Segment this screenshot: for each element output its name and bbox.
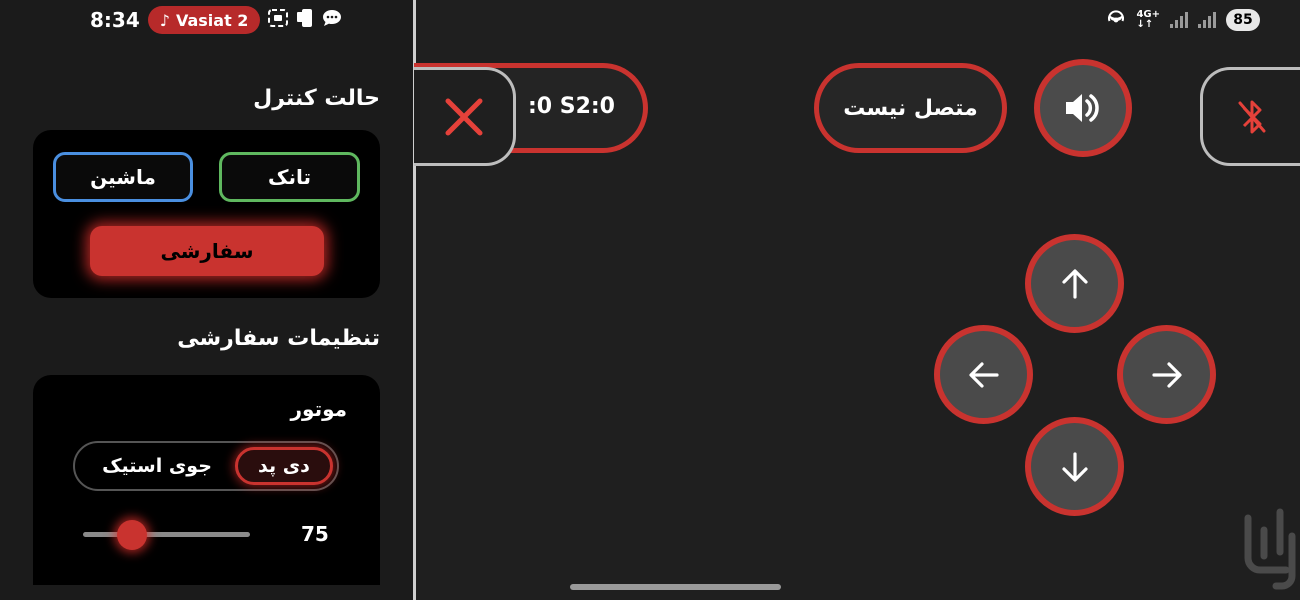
signal-strength-icon <box>1170 12 1188 28</box>
arrow-left-icon <box>968 361 999 388</box>
screen-capture-icon <box>268 9 289 31</box>
arrow-right-icon <box>1151 361 1182 388</box>
status-bar-left: 8:34 ♪ Vasiat 2 <box>90 6 342 34</box>
speed-value: 75 <box>301 522 329 546</box>
control-mode-card: ماشین تانک سفارشی <box>33 130 380 298</box>
dpad-down-button[interactable] <box>1025 417 1124 516</box>
motor-label: موتور <box>290 397 347 421</box>
bluetooth-disabled-icon <box>1238 100 1265 133</box>
close-button[interactable] <box>414 67 516 166</box>
servo-readout: :0 S2:0 <box>527 94 615 119</box>
mode-custom-button[interactable]: سفارشی <box>90 226 324 276</box>
phone-icon <box>296 8 314 32</box>
speed-slider-track[interactable] <box>83 532 250 537</box>
arrow-up-icon <box>1061 268 1088 299</box>
custom-settings-card: موتور جوی استیک دی پد 75 <box>33 375 380 585</box>
speaker-icon <box>1066 94 1099 122</box>
control-side-panel: 8:34 ♪ Vasiat 2 حالت کنترل ماشین تانک سف… <box>0 0 414 600</box>
store-watermark-logo <box>1244 508 1296 590</box>
status-bar-right: 4G+ ↓↑ 85 <box>1106 8 1260 32</box>
message-bubble-icon <box>322 9 342 31</box>
custom-settings-title: تنظیمات سفارشی <box>177 326 380 351</box>
dpad-option[interactable]: دی پد <box>235 447 333 485</box>
mode-car-button[interactable]: ماشین <box>53 152 193 202</box>
dpad-right-button[interactable] <box>1117 325 1216 424</box>
motor-input-toggle: جوی استیک دی پد <box>73 441 339 491</box>
sound-button[interactable] <box>1034 59 1132 157</box>
arrow-down-icon <box>1061 451 1088 482</box>
dpad-left-button[interactable] <box>934 325 1033 424</box>
control-mode-title: حالت کنترل <box>253 86 380 111</box>
music-note-icon: ♪ <box>159 10 170 30</box>
signal-strength-2-icon <box>1198 12 1216 28</box>
now-playing-pill[interactable]: ♪ Vasiat 2 <box>147 6 261 34</box>
bluetooth-button[interactable] <box>1200 67 1300 166</box>
network-type: 4G+ ↓↑ <box>1136 9 1160 30</box>
home-indicator[interactable] <box>570 584 781 590</box>
close-x-icon <box>445 98 482 135</box>
now-playing-title: Vasiat 2 <box>175 10 249 30</box>
dpad-up-button[interactable] <box>1025 234 1124 333</box>
connection-status: متصل نیست <box>814 63 1007 153</box>
battery-level: 85 <box>1226 9 1260 31</box>
joystick-option[interactable]: جوی استیک <box>87 443 227 489</box>
hotspot-icon <box>1106 9 1126 31</box>
status-clock: 8:34 <box>90 8 140 32</box>
speed-slider-thumb[interactable] <box>117 520 148 550</box>
mode-tank-button[interactable]: تانک <box>219 152 360 202</box>
